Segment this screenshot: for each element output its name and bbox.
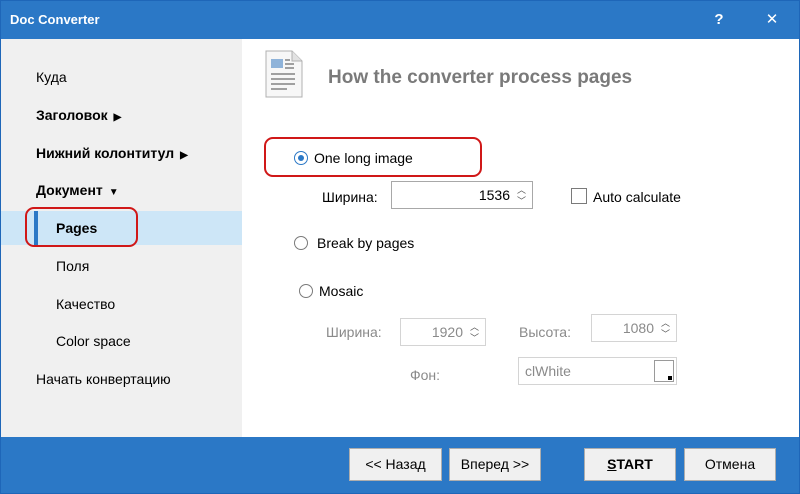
sidebar-item-document[interactable]: Документ ▼ (1, 173, 242, 207)
close-icon: ✕ (765, 11, 779, 28)
title-bar: Doc Converter ? ✕ (1, 1, 799, 39)
spin-arrows[interactable]: ︿ ﹀ (467, 320, 483, 344)
color-picker-icon[interactable] (654, 360, 674, 382)
chevron-down-icon[interactable]: ﹀ (661, 329, 670, 339)
sidebar-item-label: Color space (56, 333, 131, 349)
sidebar-item-header[interactable]: Заголовок ▶ (1, 98, 242, 132)
mosaic-width-label: Ширина: (326, 324, 382, 340)
background-color-select[interactable]: clWhite (518, 357, 677, 385)
chevron-up-icon[interactable]: ︿ (517, 185, 526, 195)
radio-button[interactable] (299, 284, 313, 298)
close-button[interactable]: ✕ (757, 7, 787, 33)
sidebar-item-margins[interactable]: Поля (1, 249, 242, 283)
background-label: Фон: (410, 367, 441, 383)
sidebar-item-label: Документ (36, 182, 103, 198)
sidebar-item-quality[interactable]: Качество (1, 287, 242, 321)
chevron-right-icon: ▶ (113, 112, 122, 123)
auto-calculate-label: Auto calculate (593, 189, 681, 205)
width-value: 1536 (478, 187, 510, 203)
chevron-right-icon: ▶ (180, 150, 188, 161)
sidebar-item-color-space[interactable]: Color space (1, 324, 242, 358)
radio-button[interactable] (294, 236, 308, 250)
content-panel: How the converter process pages One long… (242, 39, 799, 437)
spin-arrows[interactable]: ︿ ﹀ (658, 316, 674, 340)
pages-highlight-annotation (25, 207, 138, 247)
radio-label: Mosaic (319, 283, 364, 299)
back-button[interactable]: << Назад (349, 448, 442, 481)
sidebar-item-label: Качество (56, 296, 116, 312)
start-label-rest: TART (616, 456, 653, 472)
width-stepper[interactable]: 1536 ︿ ﹀ (391, 181, 533, 209)
sidebar-item-footer[interactable]: Нижний колонтитул ▶ (1, 136, 242, 170)
document-icon (265, 50, 303, 98)
radio-label: Break by pages (317, 235, 415, 251)
window-title: Doc Converter (10, 12, 100, 27)
sidebar-item-label: Нижний колонтитул (36, 145, 175, 161)
sidebar-item-label: Поля (56, 258, 90, 274)
sidebar: Куда Заголовок ▶ Нижний колонтитул ▶ Докум… (1, 39, 242, 437)
doc-converter-window: Doc Converter ? ✕ Куда Заголовок ▶ Нижний… (0, 0, 800, 494)
mosaic-height-label: Высота: (519, 324, 571, 340)
cancel-button[interactable]: Отмена (684, 448, 776, 481)
start-label-first: S (607, 456, 617, 472)
help-button[interactable]: ? (704, 7, 734, 33)
chevron-down-icon[interactable]: ﹀ (470, 333, 479, 343)
sidebar-item-label: Заголовок (36, 107, 108, 123)
sidebar-item-label: Куда (36, 69, 67, 85)
mosaic-height-value: 1080 (622, 320, 654, 336)
sidebar-item-label: Начать конвертацию (36, 371, 171, 387)
auto-calculate-checkbox[interactable] (571, 188, 587, 204)
page-title: How the converter process pages (328, 67, 633, 88)
chevron-down-icon[interactable]: ﹀ (517, 196, 526, 206)
chevron-up-icon[interactable]: ︿ (661, 318, 670, 328)
mosaic-width-stepper[interactable]: 1920 ︿ ﹀ (400, 318, 486, 346)
background-value: clWhite (525, 363, 571, 379)
sidebar-item-destination[interactable]: Куда (1, 60, 242, 94)
one-long-image-highlight-annotation (264, 137, 482, 177)
chevron-down-icon: ▼ (108, 187, 119, 198)
sidebar-item-start-conversion[interactable]: Начать конвертацию (1, 362, 242, 396)
mosaic-height-stepper[interactable]: 1080 ︿ ﹀ (591, 314, 677, 342)
bottom-button-bar: << Назад Вперед >> START Отмена (1, 437, 799, 493)
mosaic-width-value: 1920 (431, 324, 463, 340)
width-label: Ширина: (322, 189, 378, 205)
spin-arrows[interactable]: ︿ ﹀ (514, 183, 530, 207)
start-button[interactable]: START (584, 448, 676, 481)
next-button[interactable]: Вперед >> (449, 448, 541, 481)
chevron-up-icon[interactable]: ︿ (470, 322, 479, 332)
